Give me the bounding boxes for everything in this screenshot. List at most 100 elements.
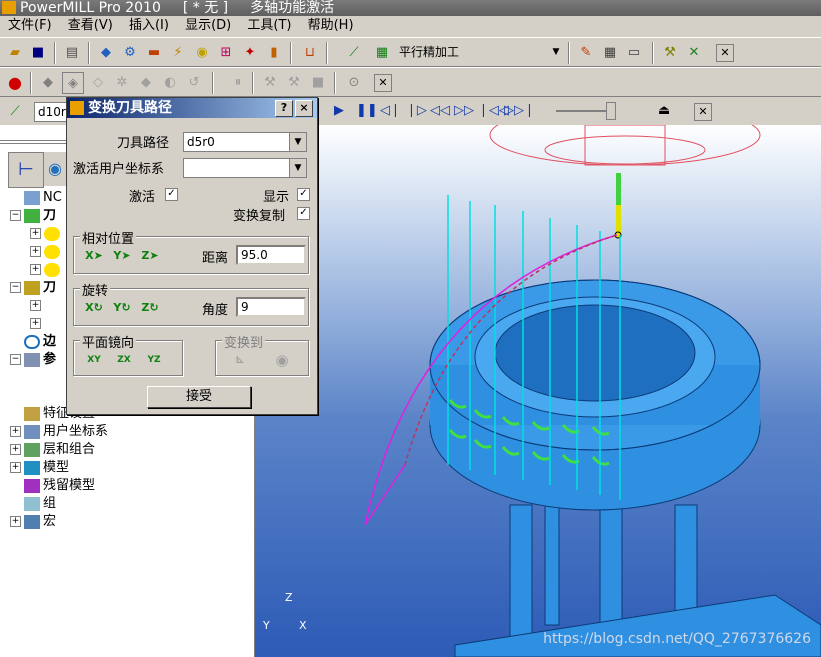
- pause-icon[interactable]: ❚❚: [356, 103, 378, 118]
- gouge-icon[interactable]: ◆: [136, 72, 156, 92]
- go-end-icon[interactable]: ▷▷❘: [504, 103, 535, 118]
- move-y-icon[interactable]: Y➤: [112, 247, 132, 265]
- info-icon[interactable]: ⊙: [344, 72, 364, 92]
- machine-icon[interactable]: ⚒: [260, 72, 280, 92]
- tree-toolpaths[interactable]: − 刀: [10, 207, 56, 225]
- list-item[interactable]: +: [30, 297, 44, 315]
- menu-insert[interactable]: 插入(I): [129, 18, 169, 33]
- block-icon[interactable]: ◆: [96, 42, 116, 62]
- expand-icon[interactable]: +: [30, 246, 41, 257]
- tree-nc[interactable]: NC: [24, 189, 62, 207]
- tree-boundary[interactable]: 边: [24, 333, 56, 351]
- rotate-y-icon[interactable]: Y↻: [112, 299, 132, 317]
- graphics-viewport[interactable]: Z Y X https://blog.csdn.net/QQ_276737662…: [255, 125, 821, 657]
- transform-to-ucs-icon[interactable]: ⊾: [230, 351, 250, 369]
- expand-icon[interactable]: +: [30, 264, 41, 275]
- menu-help[interactable]: 帮助(H): [308, 18, 354, 33]
- collapse-icon[interactable]: −: [10, 282, 21, 293]
- record-icon[interactable]: ●: [5, 72, 25, 92]
- step-back-icon[interactable]: ◁❘: [380, 103, 401, 118]
- list-item[interactable]: +: [30, 315, 44, 333]
- transform-to-circle-icon[interactable]: ◉: [272, 351, 292, 369]
- fast-forward-icon[interactable]: ▷▷: [454, 103, 474, 118]
- feedrate-icon[interactable]: ⚙: [120, 42, 140, 62]
- mirror-zx-icon[interactable]: ZX: [114, 351, 134, 369]
- expand-icon[interactable]: +: [10, 426, 21, 437]
- rapid-icon[interactable]: ⚡: [168, 42, 188, 62]
- tool-database-icon[interactable]: ⚒: [660, 42, 680, 62]
- list-item[interactable]: +: [30, 243, 63, 261]
- save-icon[interactable]: ■: [28, 42, 48, 62]
- toolpath-strategy-icon[interactable]: ⊔: [300, 42, 320, 62]
- ucs-select[interactable]: ▼: [183, 158, 307, 178]
- menu-tools[interactable]: 工具(T): [247, 18, 291, 33]
- open-icon[interactable]: ▰: [5, 42, 25, 62]
- strategy-combo[interactable]: 平行精加工 ▼: [396, 43, 564, 63]
- move-x-icon[interactable]: X➤: [84, 247, 104, 265]
- show-checkbox[interactable]: ✓: [297, 188, 310, 201]
- tree-layers[interactable]: + 层和组合: [10, 441, 95, 459]
- menu-display[interactable]: 显示(D): [185, 18, 231, 33]
- calculator-icon[interactable]: ▦: [600, 42, 620, 62]
- close-button[interactable]: ×: [295, 100, 313, 117]
- explorer-tab-web-icon[interactable]: ◉: [44, 152, 66, 186]
- machine2-icon[interactable]: ⚒: [284, 72, 304, 92]
- eject-icon[interactable]: ⏏: [658, 103, 670, 118]
- collapse-icon[interactable]: −: [10, 210, 21, 221]
- accept-button[interactable]: 接受: [147, 386, 251, 408]
- expand-icon[interactable]: +: [10, 462, 21, 473]
- tree-stock[interactable]: 残留模型: [24, 477, 95, 495]
- collapse-icon[interactable]: −: [10, 354, 21, 365]
- play-icon[interactable]: ▶: [334, 103, 344, 118]
- move-z-icon[interactable]: Z➤: [140, 247, 160, 265]
- edit-icon[interactable]: ✎: [576, 42, 596, 62]
- toolpath-select[interactable]: d5r0 ▼: [183, 132, 307, 152]
- leads-icon[interactable]: ⊞: [216, 42, 236, 62]
- tree-ucs[interactable]: + 用户坐标系: [10, 423, 108, 441]
- tree-model[interactable]: + 模型: [10, 459, 69, 477]
- holder-icon[interactable]: ◐: [160, 72, 180, 92]
- wizard-icon[interactable]: ▮: [264, 42, 284, 62]
- toolpath-small-icon[interactable]: ⟋: [5, 101, 25, 121]
- rotate-x-icon[interactable]: X↻: [84, 299, 104, 317]
- wireframe-icon[interactable]: ◈: [62, 72, 84, 94]
- list-item[interactable]: +: [30, 261, 63, 279]
- angle-input[interactable]: 9: [236, 297, 306, 317]
- chevron-down-icon[interactable]: ▼: [548, 43, 564, 61]
- rewind-icon[interactable]: ◁◁: [430, 103, 450, 118]
- shaded-icon[interactable]: ◆: [38, 72, 58, 92]
- expand-icon[interactable]: +: [10, 444, 21, 455]
- rotate-z-icon[interactable]: Z↻: [140, 299, 160, 317]
- speed-slider-thumb[interactable]: [606, 102, 616, 120]
- explorer-tab-tree-icon[interactable]: ⊢: [8, 152, 44, 188]
- chevron-down-icon[interactable]: ▼: [289, 159, 306, 177]
- close-sim-bar-icon[interactable]: ✕: [694, 103, 712, 121]
- check-icon[interactable]: ◇: [88, 72, 108, 92]
- collision-icon[interactable]: ✲: [112, 72, 132, 92]
- dialog-title-bar[interactable]: 变换刀具路径 ? ×: [67, 98, 317, 118]
- copy-checkbox[interactable]: ✓: [297, 207, 310, 220]
- expand-icon[interactable]: +: [30, 318, 41, 329]
- points-icon[interactable]: ✦: [240, 42, 260, 62]
- menu-view[interactable]: 查看(V): [68, 18, 113, 33]
- tree-params[interactable]: − 参: [10, 351, 56, 369]
- parallel-finish-icon[interactable]: ▦: [372, 42, 392, 62]
- distance-input[interactable]: 95.0: [236, 245, 306, 265]
- expand-icon[interactable]: +: [30, 228, 41, 239]
- close-toolbar2-icon[interactable]: ✕: [374, 74, 392, 92]
- start-point-icon[interactable]: ◉: [192, 42, 212, 62]
- step-forward-icon[interactable]: ❘▷: [406, 103, 427, 118]
- print-icon[interactable]: ▤: [62, 42, 82, 62]
- chevron-down-icon[interactable]: ▼: [289, 133, 306, 151]
- close-toolbar-icon[interactable]: ✕: [716, 44, 734, 62]
- mirror-yz-icon[interactable]: YZ: [144, 351, 164, 369]
- activate-checkbox[interactable]: ✓: [165, 188, 178, 201]
- list-item[interactable]: +: [30, 225, 63, 243]
- expand-icon[interactable]: +: [10, 516, 21, 527]
- tree-tools[interactable]: − 刀: [10, 279, 56, 297]
- save-sim-icon[interactable]: ■: [308, 72, 328, 92]
- ruler-icon[interactable]: ▭: [624, 42, 644, 62]
- reset-icon[interactable]: ↺: [184, 72, 204, 92]
- tool-icon[interactable]: ▬: [144, 42, 164, 62]
- pause-sim-icon[interactable]: ⏸: [228, 72, 248, 92]
